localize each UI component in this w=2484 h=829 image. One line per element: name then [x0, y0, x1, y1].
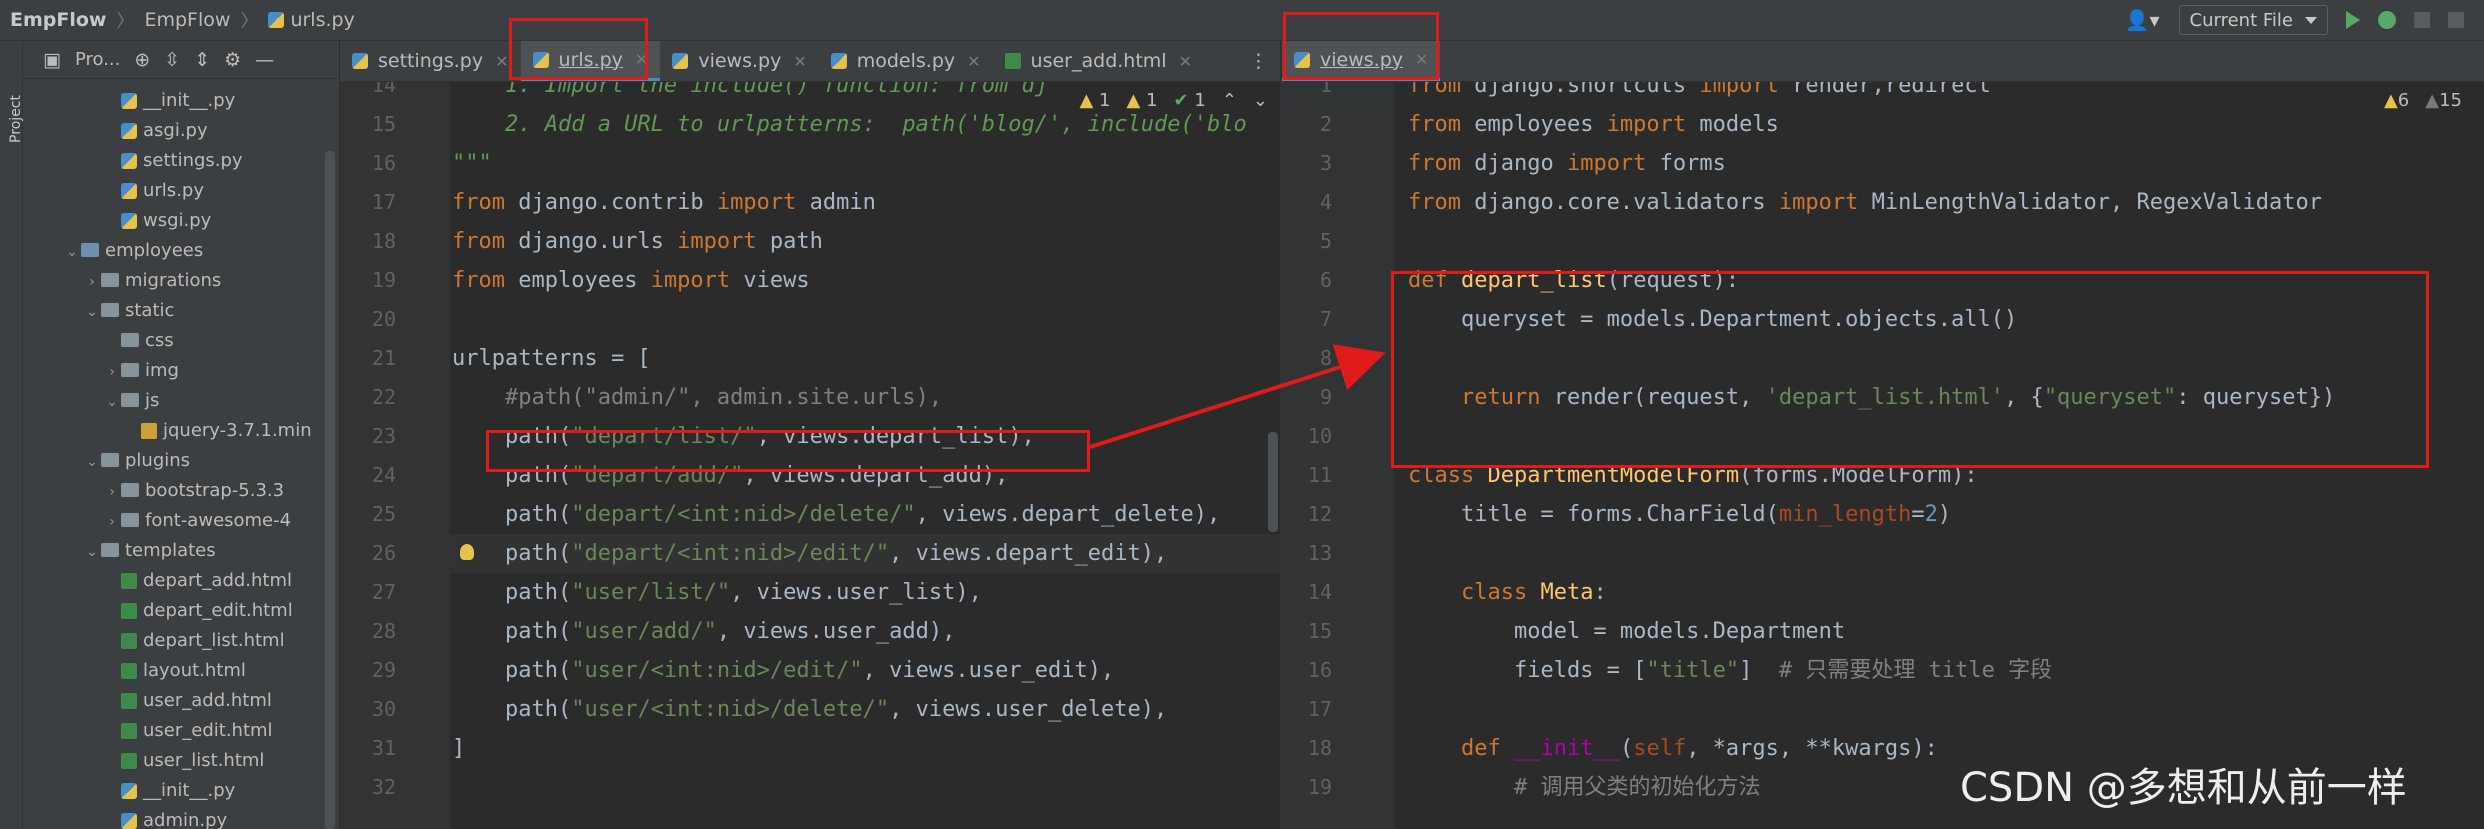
- annotation-arrow: [1089, 344, 1386, 449]
- watermark: CSDN @多想和从前一样: [1960, 765, 2407, 811]
